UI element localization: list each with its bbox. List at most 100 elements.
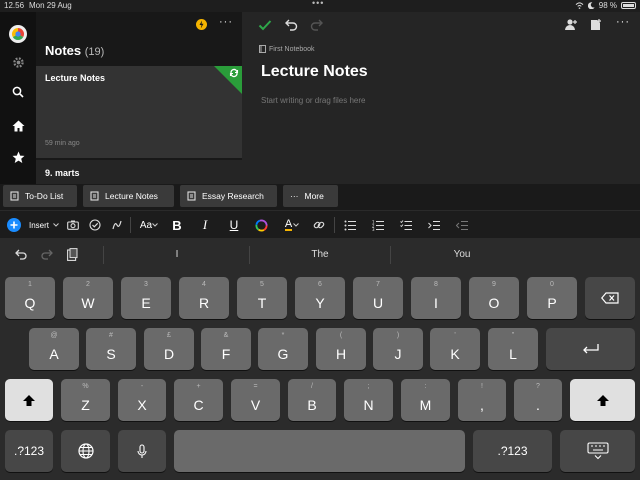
checklist-icon[interactable] <box>399 215 413 235</box>
key[interactable]: 9O <box>469 277 519 319</box>
bold-button[interactable]: B <box>170 215 184 235</box>
key[interactable]: " L <box>488 328 538 370</box>
suggestion-item[interactable]: You <box>391 249 533 260</box>
checkbox-icon[interactable] <box>88 215 102 235</box>
key[interactable]: 2W <box>63 277 113 319</box>
key[interactable]: ; N <box>344 379 393 421</box>
numbers-key-label: .?123 <box>497 444 528 458</box>
outdent-icon[interactable] <box>455 215 469 235</box>
underline-button[interactable]: U <box>227 215 241 235</box>
undo-icon[interactable] <box>285 18 298 31</box>
check-icon[interactable] <box>258 19 272 31</box>
numbers-key-right[interactable]: .?123 <box>473 430 552 472</box>
editor-more-button[interactable]: ··· <box>616 16 630 28</box>
insert-label: Insert <box>28 220 49 230</box>
notes-count: (19) <box>84 46 105 58</box>
key[interactable]: ) J <box>373 328 423 370</box>
dismiss-keyboard-key[interactable] <box>560 430 635 472</box>
tab-label: Lecture Notes <box>105 191 158 201</box>
gear-icon[interactable] <box>9 53 27 71</box>
more-dots-icon: ··· <box>290 191 299 201</box>
key[interactable]: @ A <box>29 328 79 370</box>
key[interactable]: = V <box>231 379 280 421</box>
search-icon[interactable] <box>9 83 27 101</box>
shift-key-left[interactable] <box>5 379 53 421</box>
camera-icon[interactable] <box>66 215 80 235</box>
key[interactable]: 0P <box>527 277 577 319</box>
key[interactable]: £ D <box>144 328 194 370</box>
key[interactable]: 5T <box>237 277 287 319</box>
key[interactable]: ?. <box>514 379 562 421</box>
key[interactable]: # S <box>86 328 136 370</box>
home-icon[interactable] <box>9 117 27 135</box>
chevron-down-icon <box>53 223 59 227</box>
suggestion-item[interactable]: I <box>104 249 250 260</box>
shift-key-right[interactable] <box>570 379 635 421</box>
key[interactable]: + C <box>174 379 223 421</box>
link-icon[interactable] <box>312 215 326 235</box>
key[interactable]: 7U <box>353 277 403 319</box>
note-title[interactable]: Lecture Notes <box>261 63 368 81</box>
key[interactable]: / B <box>288 379 336 421</box>
key[interactable]: 8I <box>411 277 461 319</box>
color-wheel-icon[interactable] <box>254 215 268 235</box>
note-icon <box>90 191 99 201</box>
keyboard-dismiss-icon <box>586 442 609 460</box>
note-body-input[interactable]: Start writing or drag files here <box>261 96 366 105</box>
key[interactable]: * G <box>258 328 308 370</box>
space-key[interactable] <box>174 430 465 472</box>
redo-icon[interactable] <box>41 249 53 260</box>
tab-todo-list[interactable]: To-Do List <box>3 185 77 207</box>
sync-icon <box>229 68 239 78</box>
key[interactable]: 6Y <box>295 277 345 319</box>
more-options-button[interactable]: ··· <box>219 16 233 28</box>
key[interactable]: % Z <box>61 379 110 421</box>
delete-key[interactable] <box>585 277 635 319</box>
key[interactable]: (H <box>316 328 366 370</box>
lightning-icon[interactable] <box>196 19 207 30</box>
key[interactable]: 4R <box>179 277 229 319</box>
share-person-icon[interactable] <box>564 18 578 32</box>
suggestion-item[interactable]: The <box>250 249 390 260</box>
delete-icon <box>601 292 619 304</box>
star-icon[interactable] <box>9 148 27 166</box>
key[interactable]: ' K <box>430 328 480 370</box>
pen-icon[interactable] <box>110 215 124 235</box>
globe-key[interactable] <box>61 430 110 472</box>
font-style-button[interactable]: Aa <box>138 215 160 235</box>
on-screen-keyboard: I The You 1Q 2W 3E 4R 5T 6Y 7U 8I 9O 0P … <box>0 238 640 480</box>
notebook-breadcrumb[interactable]: First Notebook <box>259 45 315 53</box>
key[interactable]: & F <box>201 328 251 370</box>
highlight-button[interactable]: A <box>282 215 302 235</box>
paste-icon[interactable] <box>67 248 78 261</box>
shift-icon <box>23 394 35 406</box>
tab-essay-research[interactable]: Essay Research <box>180 185 277 207</box>
notebook-icon[interactable] <box>589 18 603 32</box>
tab-lecture-notes[interactable]: Lecture Notes <box>83 185 174 207</box>
key[interactable]: -X <box>118 379 166 421</box>
insert-plus-icon[interactable] <box>6 215 21 235</box>
account-avatar[interactable] <box>9 25 27 43</box>
numbered-list-icon[interactable]: 123 <box>371 215 385 235</box>
key[interactable]: !, <box>458 379 506 421</box>
italic-button[interactable]: I <box>198 215 212 235</box>
indent-icon[interactable] <box>427 215 441 235</box>
note-card[interactable]: 9. marts <box>36 160 242 184</box>
key[interactable]: 3E <box>121 277 171 319</box>
multitask-dots[interactable]: ••• <box>312 0 324 8</box>
redo-icon[interactable] <box>310 18 323 31</box>
battery-icon <box>621 2 636 9</box>
dictation-key[interactable] <box>118 430 166 472</box>
undo-icon[interactable] <box>15 249 27 260</box>
tab-label: Essay Research <box>202 191 264 201</box>
bullet-list-icon[interactable] <box>343 215 357 235</box>
globe-icon <box>77 443 94 459</box>
return-key[interactable] <box>546 328 635 370</box>
tab-more[interactable]: ··· More <box>283 185 338 207</box>
status-date: Mon 29 Aug <box>29 1 72 10</box>
insert-button[interactable]: Insert <box>27 215 61 235</box>
note-card[interactable]: Lecture Notes 59 min ago <box>36 66 242 158</box>
numbers-key-left[interactable]: .?123 <box>5 430 53 472</box>
key[interactable]: :M <box>401 379 450 421</box>
key[interactable]: 1Q <box>5 277 55 319</box>
